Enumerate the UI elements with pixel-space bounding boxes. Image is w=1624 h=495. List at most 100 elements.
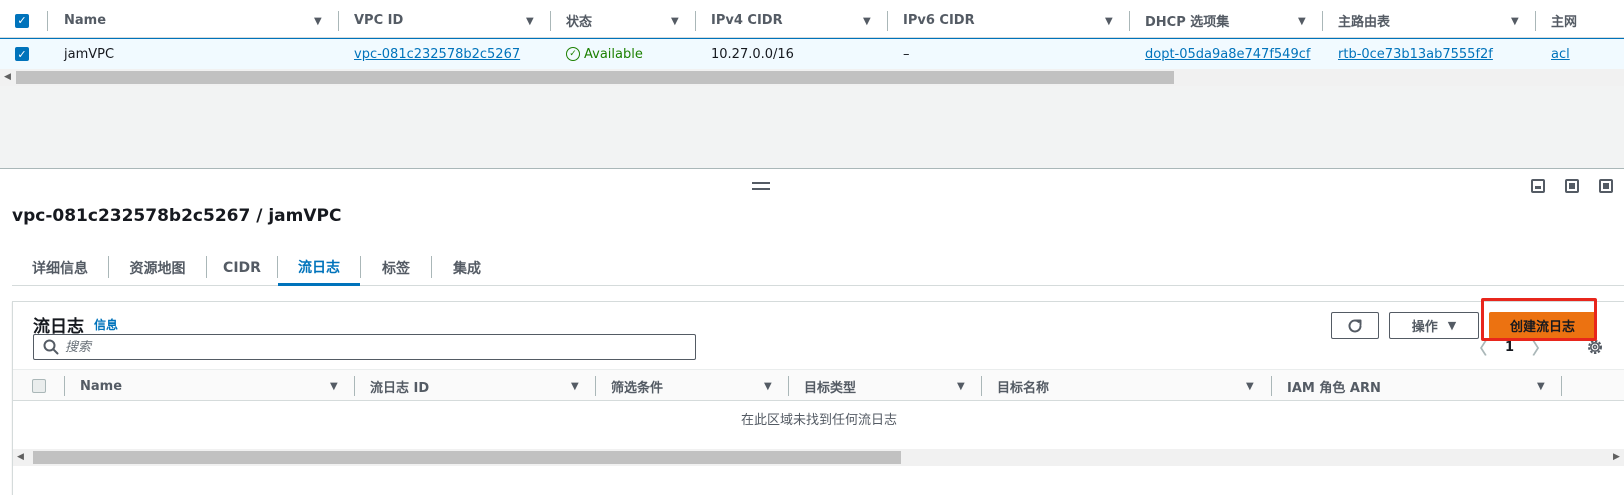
state-text: Available	[584, 46, 643, 62]
col-header-ipv6-cidr[interactable]: IPv6 CIDR	[903, 4, 975, 37]
column-divider[interactable]	[981, 376, 982, 396]
panel-bottom-icon[interactable]	[1531, 179, 1545, 193]
search-icon	[43, 339, 59, 355]
actions-label: 操作	[1411, 320, 1438, 335]
row-checkbox[interactable]: ✓	[15, 39, 29, 69]
tab-integrations[interactable]: 集成	[432, 250, 502, 286]
prev-page-icon[interactable]: 〈	[1471, 335, 1487, 359]
gear-icon	[1588, 340, 1602, 354]
flow-logs-table-header: Name ▼ 流日志 ID ▼ 筛选条件 ▼ 目标类型 ▼ 目标名称 ▼ IAM…	[13, 369, 1624, 401]
ipv6-cidr-value: –	[903, 46, 910, 62]
detail-tabs: 详细信息 资源地图 CIDR 流日志 标签 集成	[12, 250, 1624, 286]
scrollbar-thumb[interactable]	[16, 71, 1174, 84]
panel-side-icon[interactable]	[1565, 179, 1579, 193]
tab-tags[interactable]: 标签	[361, 250, 431, 286]
horizontal-scrollbar[interactable]: ◀ ▶	[13, 449, 1624, 466]
sort-caret-icon[interactable]: ▼	[1511, 16, 1519, 27]
sort-caret-icon[interactable]: ▼	[1298, 16, 1306, 27]
sort-caret-icon[interactable]: ▼	[1105, 16, 1113, 27]
refresh-icon	[1348, 318, 1362, 332]
column-divider[interactable]	[1535, 11, 1536, 31]
flow-logs-container: 流日志 信息 操作 ▼ 创建流日志 〈 1 〉	[12, 301, 1624, 495]
table-row[interactable]: ✓ jamVPC vpc-081c232578b2c5267 ✓ Availab…	[0, 38, 1624, 69]
col-header-name[interactable]: Name	[64, 4, 106, 37]
vpc-list-area: ✓ Name ▼ VPC ID ▼ 状态 ▼ IPv4 CIDR ▼ IPv6 …	[0, 0, 1624, 169]
vpc-table-header: ✓ Name ▼ VPC ID ▼ 状态 ▼ IPv4 CIDR ▼ IPv6 …	[0, 4, 1624, 38]
select-all-checkbox[interactable]: ✓	[15, 4, 29, 37]
acl-link[interactable]: acl	[1551, 39, 1570, 69]
route-table-link[interactable]: rtb-0ce73b13ab7555f2f	[1338, 39, 1493, 69]
sort-caret-icon[interactable]: ▼	[957, 381, 965, 392]
tab-details[interactable]: 详细信息	[12, 250, 108, 286]
col-header-flow-log-id[interactable]: 流日志 ID	[370, 370, 429, 402]
col-header-destination-name[interactable]: 目标名称	[997, 370, 1049, 402]
sort-caret-icon[interactable]: ▼	[863, 16, 871, 27]
column-divider[interactable]	[1129, 11, 1130, 31]
col-header-filter[interactable]: 筛选条件	[611, 370, 663, 402]
select-all-checkbox-disabled	[32, 370, 46, 402]
column-divider[interactable]	[64, 376, 65, 396]
next-page-icon[interactable]: 〉	[1532, 335, 1548, 359]
tab-flow-logs[interactable]: 流日志	[278, 250, 360, 286]
column-divider[interactable]	[1322, 11, 1323, 31]
check-circle-icon: ✓	[566, 47, 580, 61]
info-link[interactable]: 信息	[94, 316, 118, 333]
column-divider[interactable]	[1271, 376, 1272, 396]
vpc-id-link[interactable]: vpc-081c232578b2c5267	[354, 39, 520, 69]
sort-caret-icon[interactable]: ▼	[526, 16, 534, 27]
search-input[interactable]	[65, 339, 685, 355]
refresh-button[interactable]	[1331, 312, 1379, 339]
sort-caret-icon[interactable]: ▼	[671, 16, 679, 27]
horizontal-scrollbar[interactable]: ◀	[0, 69, 1624, 86]
sort-caret-icon[interactable]: ▼	[314, 16, 322, 27]
sort-caret-icon[interactable]: ▼	[764, 381, 772, 392]
dhcp-options-link-text[interactable]: dopt-05da9a8e747f549cf	[1145, 47, 1310, 62]
actions-dropdown-button[interactable]: 操作 ▼	[1389, 312, 1479, 339]
column-divider[interactable]	[338, 11, 339, 31]
sort-caret-icon[interactable]: ▼	[571, 381, 579, 392]
check-icon: ✓	[15, 13, 29, 28]
column-divider[interactable]	[550, 11, 551, 31]
acl-link-text[interactable]: acl	[1551, 47, 1570, 62]
column-divider[interactable]	[47, 11, 48, 31]
caret-down-icon: ▼	[1447, 319, 1457, 332]
tab-resource-map[interactable]: 资源地图	[109, 250, 206, 286]
col-header-ipv4-cidr[interactable]: IPv4 CIDR	[711, 4, 783, 37]
pagination: 〈 1 〉	[1471, 335, 1548, 359]
sort-caret-icon[interactable]: ▼	[1537, 381, 1545, 392]
col-header-destination-type[interactable]: 目标类型	[804, 370, 856, 402]
col-header-main-acl[interactable]: 主网	[1551, 4, 1577, 37]
column-divider[interactable]	[788, 376, 789, 396]
scroll-left-icon[interactable]: ◀	[4, 72, 11, 82]
column-divider[interactable]	[695, 11, 696, 31]
col-header-main-route-table[interactable]: 主路由表	[1338, 4, 1390, 37]
route-table-link-text[interactable]: rtb-0ce73b13ab7555f2f	[1338, 47, 1493, 62]
column-divider[interactable]	[354, 376, 355, 396]
split-panel-handle[interactable]	[752, 182, 770, 190]
search-field[interactable]	[33, 334, 696, 360]
tab-cidr[interactable]: CIDR	[207, 250, 277, 286]
col-header-name[interactable]: Name	[80, 370, 122, 402]
column-divider[interactable]	[1561, 376, 1562, 396]
scroll-left-icon[interactable]: ◀	[17, 452, 24, 462]
column-divider[interactable]	[887, 11, 888, 31]
preferences-button[interactable]	[1583, 335, 1607, 359]
column-divider[interactable]	[595, 376, 596, 396]
scroll-right-icon[interactable]: ▶	[1613, 452, 1620, 462]
col-header-vpc-id[interactable]: VPC ID	[354, 4, 403, 37]
vpc-id-link-text[interactable]: vpc-081c232578b2c5267	[354, 47, 520, 62]
col-header-iam-role-arn[interactable]: IAM 角色 ARN	[1287, 370, 1381, 402]
state-indicator: ✓ Available	[566, 39, 643, 69]
vpc-name: jamVPC	[64, 46, 115, 62]
col-header-state[interactable]: 状态	[566, 4, 592, 37]
scrollbar-thumb[interactable]	[33, 451, 901, 464]
sort-caret-icon[interactable]: ▼	[330, 381, 338, 392]
col-header-dhcp[interactable]: DHCP 选项集	[1145, 4, 1229, 37]
vpc-table: ✓ Name ▼ VPC ID ▼ 状态 ▼ IPv4 CIDR ▼ IPv6 …	[0, 0, 1624, 69]
sort-caret-icon[interactable]: ▼	[1246, 381, 1254, 392]
panel-fullscreen-icon[interactable]	[1599, 179, 1613, 193]
empty-state-message: 在此区域未找到任何流日志	[740, 413, 897, 428]
page-number[interactable]: 1	[1505, 340, 1514, 355]
detail-title: vpc-081c232578b2c5267 / jamVPC	[12, 206, 342, 226]
dhcp-options-link[interactable]: dopt-05da9a8e747f549cf	[1145, 39, 1310, 69]
